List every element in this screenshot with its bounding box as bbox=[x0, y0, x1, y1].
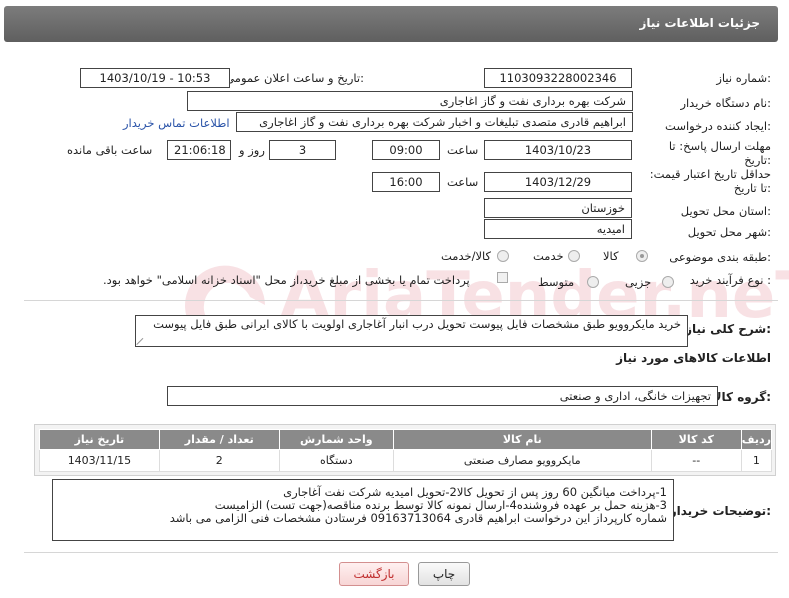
purchase-radio-medium[interactable] bbox=[587, 276, 599, 288]
remaining-label: ساعت باقی مانده bbox=[67, 143, 153, 157]
back-button[interactable]: بازگشت bbox=[339, 562, 409, 586]
header-bar: جزئیات اطلاعات نیاز bbox=[4, 6, 778, 42]
announce-datetime-field: 1403/10/19 - 10:53 bbox=[80, 68, 230, 88]
city-label: شهر محل تحویل: bbox=[687, 225, 771, 239]
treasury-payment-checkbox[interactable] bbox=[497, 272, 508, 283]
purchase-type-label: نوع فرآیند خرید : bbox=[689, 273, 771, 287]
resize-grip-icon[interactable] bbox=[137, 336, 146, 345]
goods-group-label: گروه کالا: bbox=[712, 390, 771, 404]
validity-time-field: 16:00 bbox=[372, 172, 440, 192]
items-info-heading: اطلاعات کالاهای مورد نیاز bbox=[616, 351, 771, 365]
col-header-code: کد کالا bbox=[650, 429, 742, 450]
buyer-contact-link[interactable]: اطلاعات تماس خریدار bbox=[123, 116, 230, 130]
cell-qty: 2 bbox=[158, 449, 280, 472]
purchase-medium-label: متوسط bbox=[538, 275, 575, 289]
col-header-row: ردیف bbox=[740, 429, 773, 450]
days-field: 3 bbox=[269, 140, 336, 160]
validity-time-label: ساعت bbox=[447, 175, 479, 189]
reply-time-field: 09:00 bbox=[372, 140, 440, 160]
col-header-name: نام کالا bbox=[392, 429, 652, 450]
items-table-panel: ردیف کد کالا نام کالا واحد شمارش تعداد /… bbox=[34, 424, 776, 476]
buyer-notes-label: توضیحات خریدار: bbox=[669, 504, 771, 518]
cell-date: 1403/11/15 bbox=[39, 449, 160, 472]
summary-text: خرید مایکروویو طبق مشخصات فایل پیوست تحو… bbox=[153, 317, 681, 331]
min-validity-label: حداقل تاریخ اعتبار قیمت: تا تاریخ: bbox=[649, 167, 771, 195]
page-title: جزئیات اطلاعات نیاز bbox=[639, 16, 760, 30]
notes-line: شماره کارپرداز این درخواست ابراهیم قادری… bbox=[169, 511, 667, 525]
buyer-org-label: نام دستگاه خریدار: bbox=[680, 96, 771, 110]
requester-label: ایجاد کننده درخواست: bbox=[665, 119, 771, 133]
cell-name: مایکروویو مصارف صنعتی bbox=[392, 449, 652, 472]
day-and-label: روز و bbox=[239, 143, 265, 157]
announce-datetime-label: تاریخ و ساعت اعلان عمومی: bbox=[225, 71, 364, 85]
city-field: امیدیه bbox=[484, 219, 632, 239]
need-number-field: 1103093228002346 bbox=[484, 68, 632, 88]
separator bbox=[24, 552, 778, 553]
items-table: ردیف کد کالا نام کالا واحد شمارش تعداد /… bbox=[39, 429, 773, 472]
col-header-date: تاریخ نیاز bbox=[39, 429, 160, 450]
remaining-time-field: 21:06:18 bbox=[167, 140, 231, 160]
goods-group-field: تجهیزات خانگی، اداری و صنعتی bbox=[167, 386, 718, 406]
col-header-unit: واحد شمارش bbox=[278, 429, 394, 450]
need-number-label: شماره نیاز: bbox=[716, 71, 771, 85]
category-goods-label: کالا bbox=[603, 249, 619, 263]
reply-date-field: 1403/10/23 bbox=[484, 140, 632, 160]
buyer-org-field: شرکت بهره برداری نفت و گاز اغاجاری bbox=[187, 91, 633, 111]
category-radio-service[interactable] bbox=[568, 250, 580, 262]
requester-field: ابراهیم قادری متصدی تبلیغات و اخبار شرکت… bbox=[236, 112, 633, 132]
cell-unit: دستگاه bbox=[278, 449, 394, 472]
reply-time-label: ساعت bbox=[447, 143, 479, 157]
category-goods-service-label: کالا/خدمت bbox=[441, 249, 492, 263]
category-radio-goods-service[interactable] bbox=[497, 250, 509, 262]
print-button[interactable]: چاپ bbox=[418, 562, 470, 586]
summary-textarea[interactable]: خرید مایکروویو طبق مشخصات فایل پیوست تحو… bbox=[135, 315, 688, 347]
category-radio-goods[interactable] bbox=[636, 250, 648, 262]
buyer-notes-textarea[interactable]: 1-پرداخت میانگین 60 روز پس از تحویل کالا… bbox=[52, 479, 674, 541]
col-header-qty: تعداد / مقدار bbox=[158, 429, 280, 450]
summary-label: شرح کلی نیاز: bbox=[685, 322, 771, 336]
cell-code: -- bbox=[650, 449, 742, 472]
validity-date-field: 1403/12/29 bbox=[484, 172, 632, 192]
province-field: خوزستان bbox=[484, 198, 632, 218]
purchase-radio-minor[interactable] bbox=[662, 276, 674, 288]
table-row[interactable]: 1 -- مایکروویو مصارف صنعتی دستگاه 2 1403… bbox=[39, 449, 773, 472]
category-service-label: خدمت bbox=[533, 249, 564, 263]
category-label: طبقه بندی موضوعی: bbox=[669, 250, 771, 264]
reply-deadline-label: مهلت ارسال پاسخ: تا تاریخ: bbox=[668, 139, 771, 167]
province-label: استان محل تحویل: bbox=[680, 204, 771, 218]
treasury-payment-note: پرداخت تمام یا بخشی از مبلغ خرید،از محل … bbox=[103, 273, 470, 287]
cell-row: 1 bbox=[740, 449, 773, 472]
separator bbox=[24, 300, 778, 301]
purchase-minor-label: جزیی bbox=[625, 275, 652, 289]
